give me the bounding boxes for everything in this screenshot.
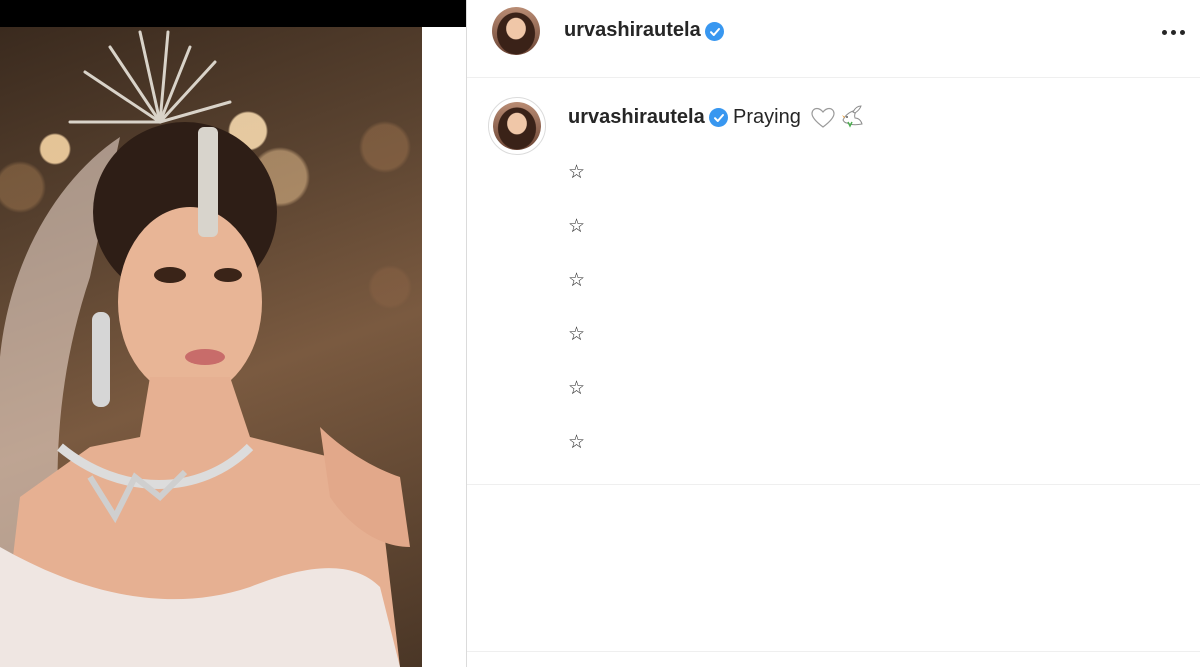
post-photo[interactable] bbox=[0, 27, 422, 667]
comments-panel: urvashirautela urvashirautela Praying ☆ … bbox=[466, 0, 1200, 667]
more-options-icon[interactable] bbox=[1155, 20, 1191, 44]
photo-top-bar bbox=[0, 0, 466, 27]
verified-badge-icon bbox=[709, 108, 728, 127]
post-photo-pane bbox=[0, 0, 466, 667]
caption-star-line: ☆ bbox=[568, 323, 586, 345]
post-header: urvashirautela bbox=[467, 0, 1200, 78]
white-heart-icon bbox=[811, 107, 835, 129]
caption-star-line: ☆ bbox=[568, 161, 586, 183]
caption-star-line: ☆ bbox=[568, 431, 586, 453]
caption-star-line: ☆ bbox=[568, 215, 586, 237]
caption-star-line: ☆ bbox=[568, 269, 586, 291]
verified-badge-icon bbox=[705, 22, 724, 41]
section-divider bbox=[467, 484, 1200, 485]
section-divider bbox=[467, 651, 1200, 652]
dove-icon bbox=[839, 104, 865, 130]
caption-author-username[interactable]: urvashirautela bbox=[568, 106, 705, 129]
post-author-username[interactable]: urvashirautela bbox=[564, 19, 701, 42]
post-author-avatar[interactable] bbox=[492, 7, 540, 55]
post-photo-illustration bbox=[0, 30, 410, 667]
caption-text: Praying bbox=[733, 106, 801, 128]
caption-star-line: ☆ bbox=[568, 377, 586, 399]
caption-author-avatar[interactable] bbox=[493, 102, 541, 150]
